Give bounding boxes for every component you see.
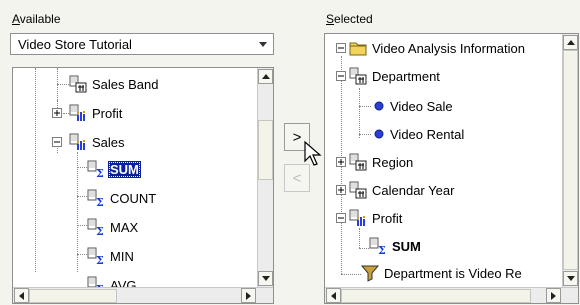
remove-from-selected-button[interactable]: < [284,164,310,192]
tree-node-department[interactable]: Department [349,63,442,89]
scroll-right-button[interactable] [546,288,561,303]
collapse-minus-icon[interactable] [336,71,346,81]
available-label: Available [12,12,61,26]
dimension-icon [349,153,367,171]
tree-node-calendar-year[interactable]: Calendar Year [349,177,456,203]
available-horizontal-scrollbar[interactable] [13,287,273,303]
dimension-icon [349,181,367,199]
arrow-left-icon [18,291,24,300]
arrow-right-icon [550,291,556,300]
scroll-left-button[interactable] [14,288,29,303]
tree-node-label: SUM [108,160,141,178]
arrow-up-icon [566,39,575,45]
tree-node-label: MAX [110,219,139,235]
measure-folder-icon [69,104,87,122]
selected-horizontal-scrollbar[interactable] [325,287,578,303]
scroll-thumb[interactable] [258,120,273,180]
expand-plus-icon[interactable] [336,157,346,167]
selected-label: Selected [326,12,373,26]
sum-aggregate-icon [87,247,105,265]
tree-node-label: Video Rental [390,126,465,142]
tree-node-sales-band[interactable]: Sales Band [69,71,161,97]
tree-node-region[interactable]: Region [349,149,415,175]
expand-plus-icon[interactable] [336,185,346,195]
tree-node-sales[interactable]: Sales [69,129,127,155]
tree-node-label: SUM [392,238,421,254]
tree-node-label: COUNT [110,190,157,206]
arrow-right-icon [245,291,251,300]
chevron-down-icon[interactable] [257,38,269,50]
tree-node-profit[interactable]: Profit [349,205,404,231]
folder-icon [349,39,367,57]
scroll-thumb[interactable] [29,289,117,303]
arrow-down-icon [261,275,270,281]
tree-node-count[interactable]: COUNT [87,185,158,211]
selected-tree[interactable]: Video Analysis Information Department Vi… [324,33,579,304]
arrow-down-icon [566,275,575,281]
selected-vertical-scrollbar[interactable] [562,34,578,287]
filter-icon [361,264,379,282]
tree-node-label: Profit [92,105,123,121]
scroll-up-button[interactable] [258,69,273,84]
sum-aggregate-icon [87,218,105,236]
tree-node-label: Profit [372,210,403,226]
tree-node-label: Region [372,154,414,170]
tree-node-label: Sales [92,134,125,150]
scroll-thumb[interactable] [563,50,578,270]
add-arrow-label: > [292,128,302,146]
tree-node-sum-selected[interactable]: SUM [87,156,141,182]
scroll-up-button[interactable] [563,35,578,50]
scroll-thumb[interactable] [341,289,531,303]
sum-aggregate-icon [87,189,105,207]
tree-node-label: Sales Band [92,76,159,92]
tree-node-label: Calendar Year [372,182,455,198]
available-tree[interactable]: Sales Band Profit Sales SUM COUNT MAX MI… [12,67,274,304]
tree-node-video-rental[interactable]: Video Rental [373,121,466,147]
sum-aggregate-icon [87,160,105,178]
available-vertical-scrollbar[interactable] [257,68,273,287]
tree-node-department-filter[interactable]: Department is Video Re [361,260,524,286]
business-area-dropdown[interactable]: Video Store Tutorial [10,33,274,55]
tree-node-label: Department is Video Re [384,265,522,281]
tree-node-profit[interactable]: Profit [69,100,124,126]
arrow-up-icon [261,73,270,79]
measure-folder-icon [349,209,367,227]
tree-node-sum[interactable]: SUM [369,233,423,259]
tree-node-label: Video Analysis Information [372,40,525,56]
tree-node-label: MIN [110,248,134,264]
tree-node-label: Video Sale [390,98,453,114]
measure-folder-icon [69,133,87,151]
dimension-icon [349,67,367,85]
remove-arrow-label: < [292,169,302,187]
scroll-right-button[interactable] [241,288,256,303]
item-dot-icon [374,129,384,139]
dimension-icon [69,75,87,93]
mouse-cursor-icon [304,141,322,166]
scroll-down-button[interactable] [563,271,578,286]
scroll-down-button[interactable] [258,271,273,286]
tree-node-max[interactable]: MAX [87,214,140,240]
arrow-left-icon [330,291,336,300]
scroll-left-button[interactable] [326,288,341,303]
collapse-minus-icon[interactable] [336,43,346,53]
tree-node-label: Department [372,68,440,84]
collapse-minus-icon[interactable] [52,137,62,147]
sum-aggregate-icon [369,237,387,255]
item-dot-icon [374,101,384,111]
tree-node-min[interactable]: MIN [87,243,136,269]
business-area-value: Video Store Tutorial [18,37,132,52]
collapse-minus-icon[interactable] [336,213,346,223]
expand-plus-icon[interactable] [52,108,62,118]
tree-node-video-analysis-information[interactable]: Video Analysis Information [349,35,527,61]
tree-node-video-sale[interactable]: Video Sale [373,93,455,119]
